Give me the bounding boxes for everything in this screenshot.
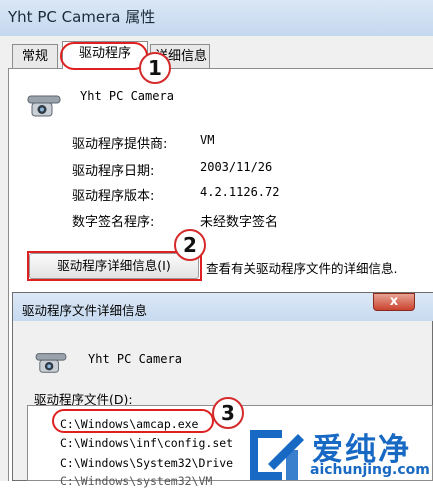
webcam-icon [35, 353, 67, 373]
date-value: 2003/11/26 [200, 160, 273, 174]
webcam-icon [27, 95, 61, 117]
version-value: 4.2.1126.72 [200, 185, 280, 199]
dialog-device-name: Yht PC Camera [88, 352, 182, 366]
callout-2: 2 [174, 229, 206, 261]
window-title: Yht PC Camera 属性 [8, 8, 156, 26]
watermark-url: aichunjing.com [310, 462, 430, 478]
file-row[interactable]: C:\Windows\system32\VM [60, 474, 212, 488]
callout-1: 1 [139, 52, 171, 84]
brand-logo-icon [250, 430, 304, 480]
close-icon: x [389, 294, 399, 309]
provider-value: VM [200, 133, 215, 147]
signer-label: 数字签名程序: [72, 215, 155, 230]
provider-label: 驱动程序提供商: [72, 137, 168, 152]
driver-details-highlight [27, 251, 202, 281]
dialog-title: 驱动程序文件详细信息 [22, 303, 148, 318]
amcap-file-highlight [52, 409, 214, 433]
callout-3: 3 [212, 397, 244, 429]
watermark-logo: 爱纯净 aichunjing.com [246, 422, 433, 481]
driver-details-description: 查看有关驱动程序文件的详细信息. [206, 261, 398, 276]
close-button[interactable]: x [373, 293, 415, 311]
tab-driver-highlight [60, 42, 148, 70]
date-label: 驱动程序日期: [72, 164, 155, 179]
device-name: Yht PC Camera [80, 89, 174, 103]
signer-value: 未经数字签名 [200, 215, 279, 230]
file-row[interactable]: C:\Windows\System32\Drive [60, 456, 233, 470]
file-row[interactable]: C:\Windows\inf\config.set [60, 436, 233, 450]
version-label: 驱动程序版本: [72, 189, 155, 204]
tab-general[interactable]: 常规 [12, 44, 58, 68]
